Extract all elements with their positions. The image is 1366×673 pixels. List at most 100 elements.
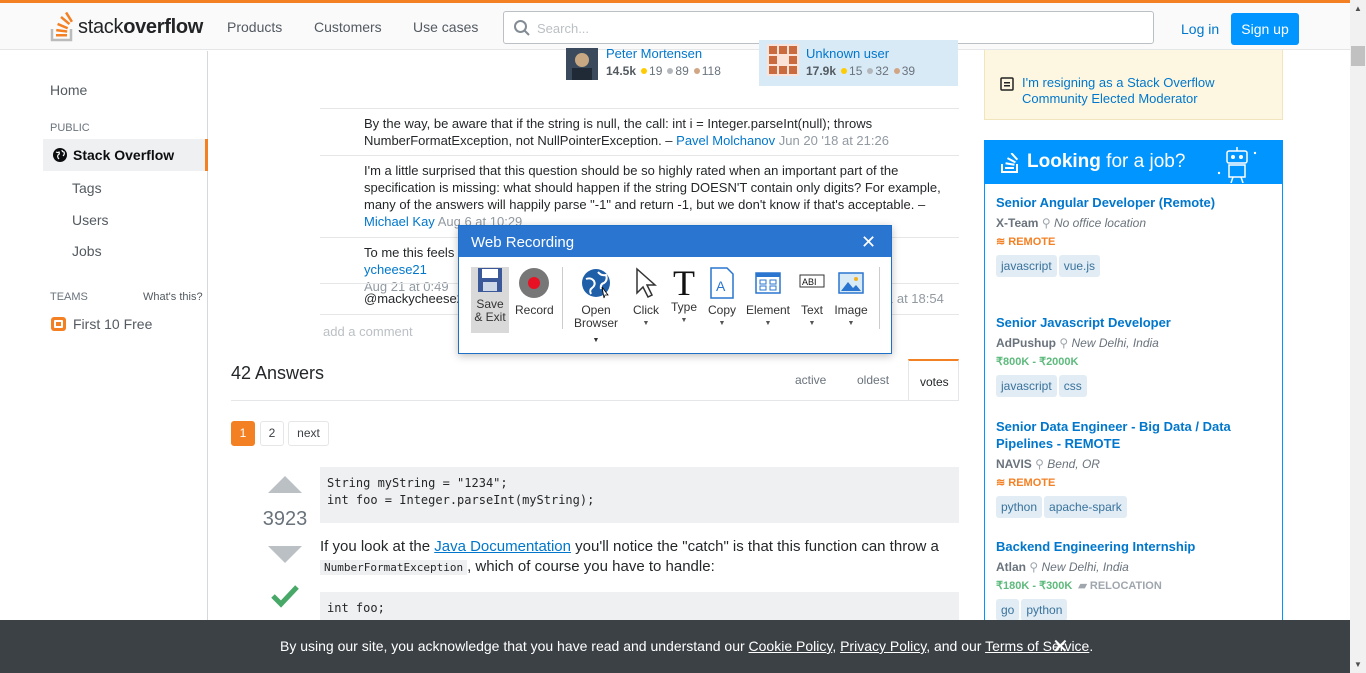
comment-date[interactable]: 1 at 18:54 (886, 290, 944, 307)
page-scrollbar[interactable]: ▲ ▼ (1350, 0, 1366, 673)
dialog-title: Web Recording (471, 234, 575, 251)
tag[interactable]: javascript (996, 255, 1057, 277)
pager-page-1[interactable]: 1 (231, 421, 255, 446)
job-listing[interactable]: Senior Javascript Developer AdPushup ⚲ N… (996, 314, 1266, 397)
first-10-free-link[interactable]: First 10 Free (73, 316, 152, 332)
web-recording-dialog: Web Recording ✕ Save & Exit Record Open … (458, 225, 892, 354)
svg-text:A: A (716, 278, 726, 294)
stackoverflow-logo[interactable]: stackoverflow (50, 11, 203, 43)
user-reputation: 17.9k 15 32 39 (806, 64, 916, 78)
jobs-header: Looking for a job? (985, 141, 1282, 184)
job-title[interactable]: Senior Angular Developer (Remote) (996, 194, 1266, 211)
cookie-policy-link[interactable]: Cookie Policy (749, 638, 833, 654)
click-button[interactable]: Click ▼ (629, 267, 663, 330)
tag[interactable]: go (996, 599, 1020, 621)
comment-text: By the way, be aware that if the string … (364, 116, 889, 148)
wifi-icon: ≋ (996, 477, 1006, 489)
tag[interactable]: javascript (996, 375, 1057, 397)
tag[interactable]: python (1021, 599, 1068, 621)
remote-badge: ≋ REMOTE (996, 477, 1056, 489)
tag[interactable]: apache-spark (1044, 496, 1127, 518)
sidebar-teams-label: TEAMS (50, 291, 88, 303)
downvote-button[interactable] (268, 546, 302, 563)
job-listing[interactable]: Senior Angular Developer (Remote) X-Team… (996, 194, 1266, 277)
user-reputation: 14.5k 19 89 118 (606, 64, 721, 78)
pager-next[interactable]: next (288, 421, 329, 446)
whats-this-link[interactable]: What's this? (143, 291, 203, 303)
sidebar-stackoverflow-label: Stack Overflow (73, 147, 175, 163)
element-grid-icon (755, 272, 781, 294)
close-icon[interactable]: ✕ (1052, 634, 1069, 659)
location-pin-icon: ⚲ (1035, 457, 1044, 471)
job-title[interactable]: Senior Data Engineer - Big Data / Data P… (996, 418, 1266, 452)
add-comment-link[interactable]: add a comment (323, 324, 413, 339)
scroll-up-icon[interactable]: ▲ (1354, 4, 1362, 13)
user-name[interactable]: Peter Mortensen (606, 46, 702, 61)
avatar[interactable] (767, 44, 799, 76)
answers-heading: 42 Answers (231, 363, 325, 383)
jobs-title: Looking for a job? (1027, 151, 1186, 172)
java-documentation-link[interactable]: Java Documentation (434, 538, 571, 555)
sidebar-item-home[interactable]: Home (50, 82, 87, 98)
image-button[interactable]: Image ▼ (833, 267, 869, 330)
copy-button[interactable]: A Copy ▼ (705, 267, 739, 330)
meta-icon (1000, 77, 1014, 94)
nav-use-cases[interactable]: Use cases (413, 19, 478, 35)
sidebar-item-tags[interactable]: Tags (72, 180, 102, 196)
notice-link[interactable]: I'm resigning as a Stack Overflow Commun… (1022, 75, 1262, 107)
upvote-button[interactable] (268, 476, 302, 493)
comment-user[interactable]: ycheese21 (364, 262, 427, 277)
editor-user-card: Peter Mortensen 14.5k 19 89 118 (566, 44, 746, 86)
tag[interactable]: python (996, 496, 1043, 518)
comment-user[interactable]: Pavel Molchanov (676, 133, 775, 148)
pager-page-2[interactable]: 2 (260, 421, 284, 446)
sidebar-item-users[interactable]: Users (72, 212, 109, 228)
job-tags: go python (996, 599, 1266, 621)
comment: I'm a little surprised that this questio… (320, 155, 959, 236)
comment-user[interactable]: Michael Kay (364, 214, 435, 229)
type-t-icon: T (673, 263, 695, 303)
sidebar-item-stackoverflow[interactable]: Stack Overflow (43, 139, 208, 171)
job-tags: javascript vue.js (996, 255, 1266, 277)
signup-button[interactable]: Sign up (1231, 13, 1299, 45)
record-button[interactable]: Record (515, 267, 554, 317)
code-block: String myString = "1234"; int foo = Inte… (320, 467, 959, 523)
scroll-down-icon[interactable]: ▼ (1354, 660, 1362, 669)
avatar[interactable] (566, 48, 598, 80)
privacy-policy-link[interactable]: Privacy Policy (840, 638, 926, 654)
job-title[interactable]: Backend Engineering Internship (996, 538, 1266, 555)
user-name[interactable]: Unknown user (806, 46, 889, 61)
stack-logo-icon (50, 11, 74, 42)
job-title[interactable]: Senior Javascript Developer (996, 314, 1266, 331)
open-browser-button[interactable]: Open Browser ▼ (571, 267, 621, 347)
tag[interactable]: css (1058, 375, 1087, 397)
tab-votes[interactable]: votes (908, 359, 959, 401)
tag[interactable]: vue.js (1058, 255, 1101, 277)
picture-icon (838, 272, 864, 294)
tab-oldest[interactable]: oldest (857, 373, 889, 387)
tab-active[interactable]: active (795, 373, 826, 387)
wifi-icon: ≋ (996, 236, 1006, 248)
save-exit-button[interactable]: Save & Exit (471, 267, 509, 333)
comment-date[interactable]: Jun 20 '18 at 21:26 (779, 133, 889, 148)
scroll-thumb[interactable] (1351, 46, 1365, 66)
globe-icon (52, 147, 68, 166)
close-icon[interactable]: ✕ (861, 232, 876, 253)
job-tags: python apache-spark (996, 496, 1266, 518)
remote-badge: ≋ REMOTE (996, 236, 1056, 248)
login-button[interactable]: Log in (1170, 13, 1230, 46)
element-button[interactable]: Element ▼ (745, 267, 791, 330)
type-button[interactable]: T Type ▼ (667, 263, 701, 327)
location-pin-icon: ⚲ (1059, 336, 1069, 350)
job-meta: AdPushup ⚲ New Delhi, India (996, 336, 1159, 350)
nav-products[interactable]: Products (227, 19, 282, 35)
sidebar-public-label: PUBLIC (50, 122, 90, 134)
text-button[interactable]: ABI Text ▼ (795, 267, 829, 330)
comment-text: I'm a little surprised that this questio… (364, 163, 941, 229)
terms-of-service-link[interactable]: Terms of Service (985, 638, 1089, 654)
nav-customers[interactable]: Customers (314, 19, 382, 35)
sidebar-item-jobs[interactable]: Jobs (72, 243, 102, 259)
toolbar-separator (879, 267, 880, 329)
job-listing[interactable]: Senior Data Engineer - Big Data / Data P… (996, 418, 1266, 518)
job-listing[interactable]: Backend Engineering Internship Atlan ⚲ N… (996, 538, 1266, 621)
